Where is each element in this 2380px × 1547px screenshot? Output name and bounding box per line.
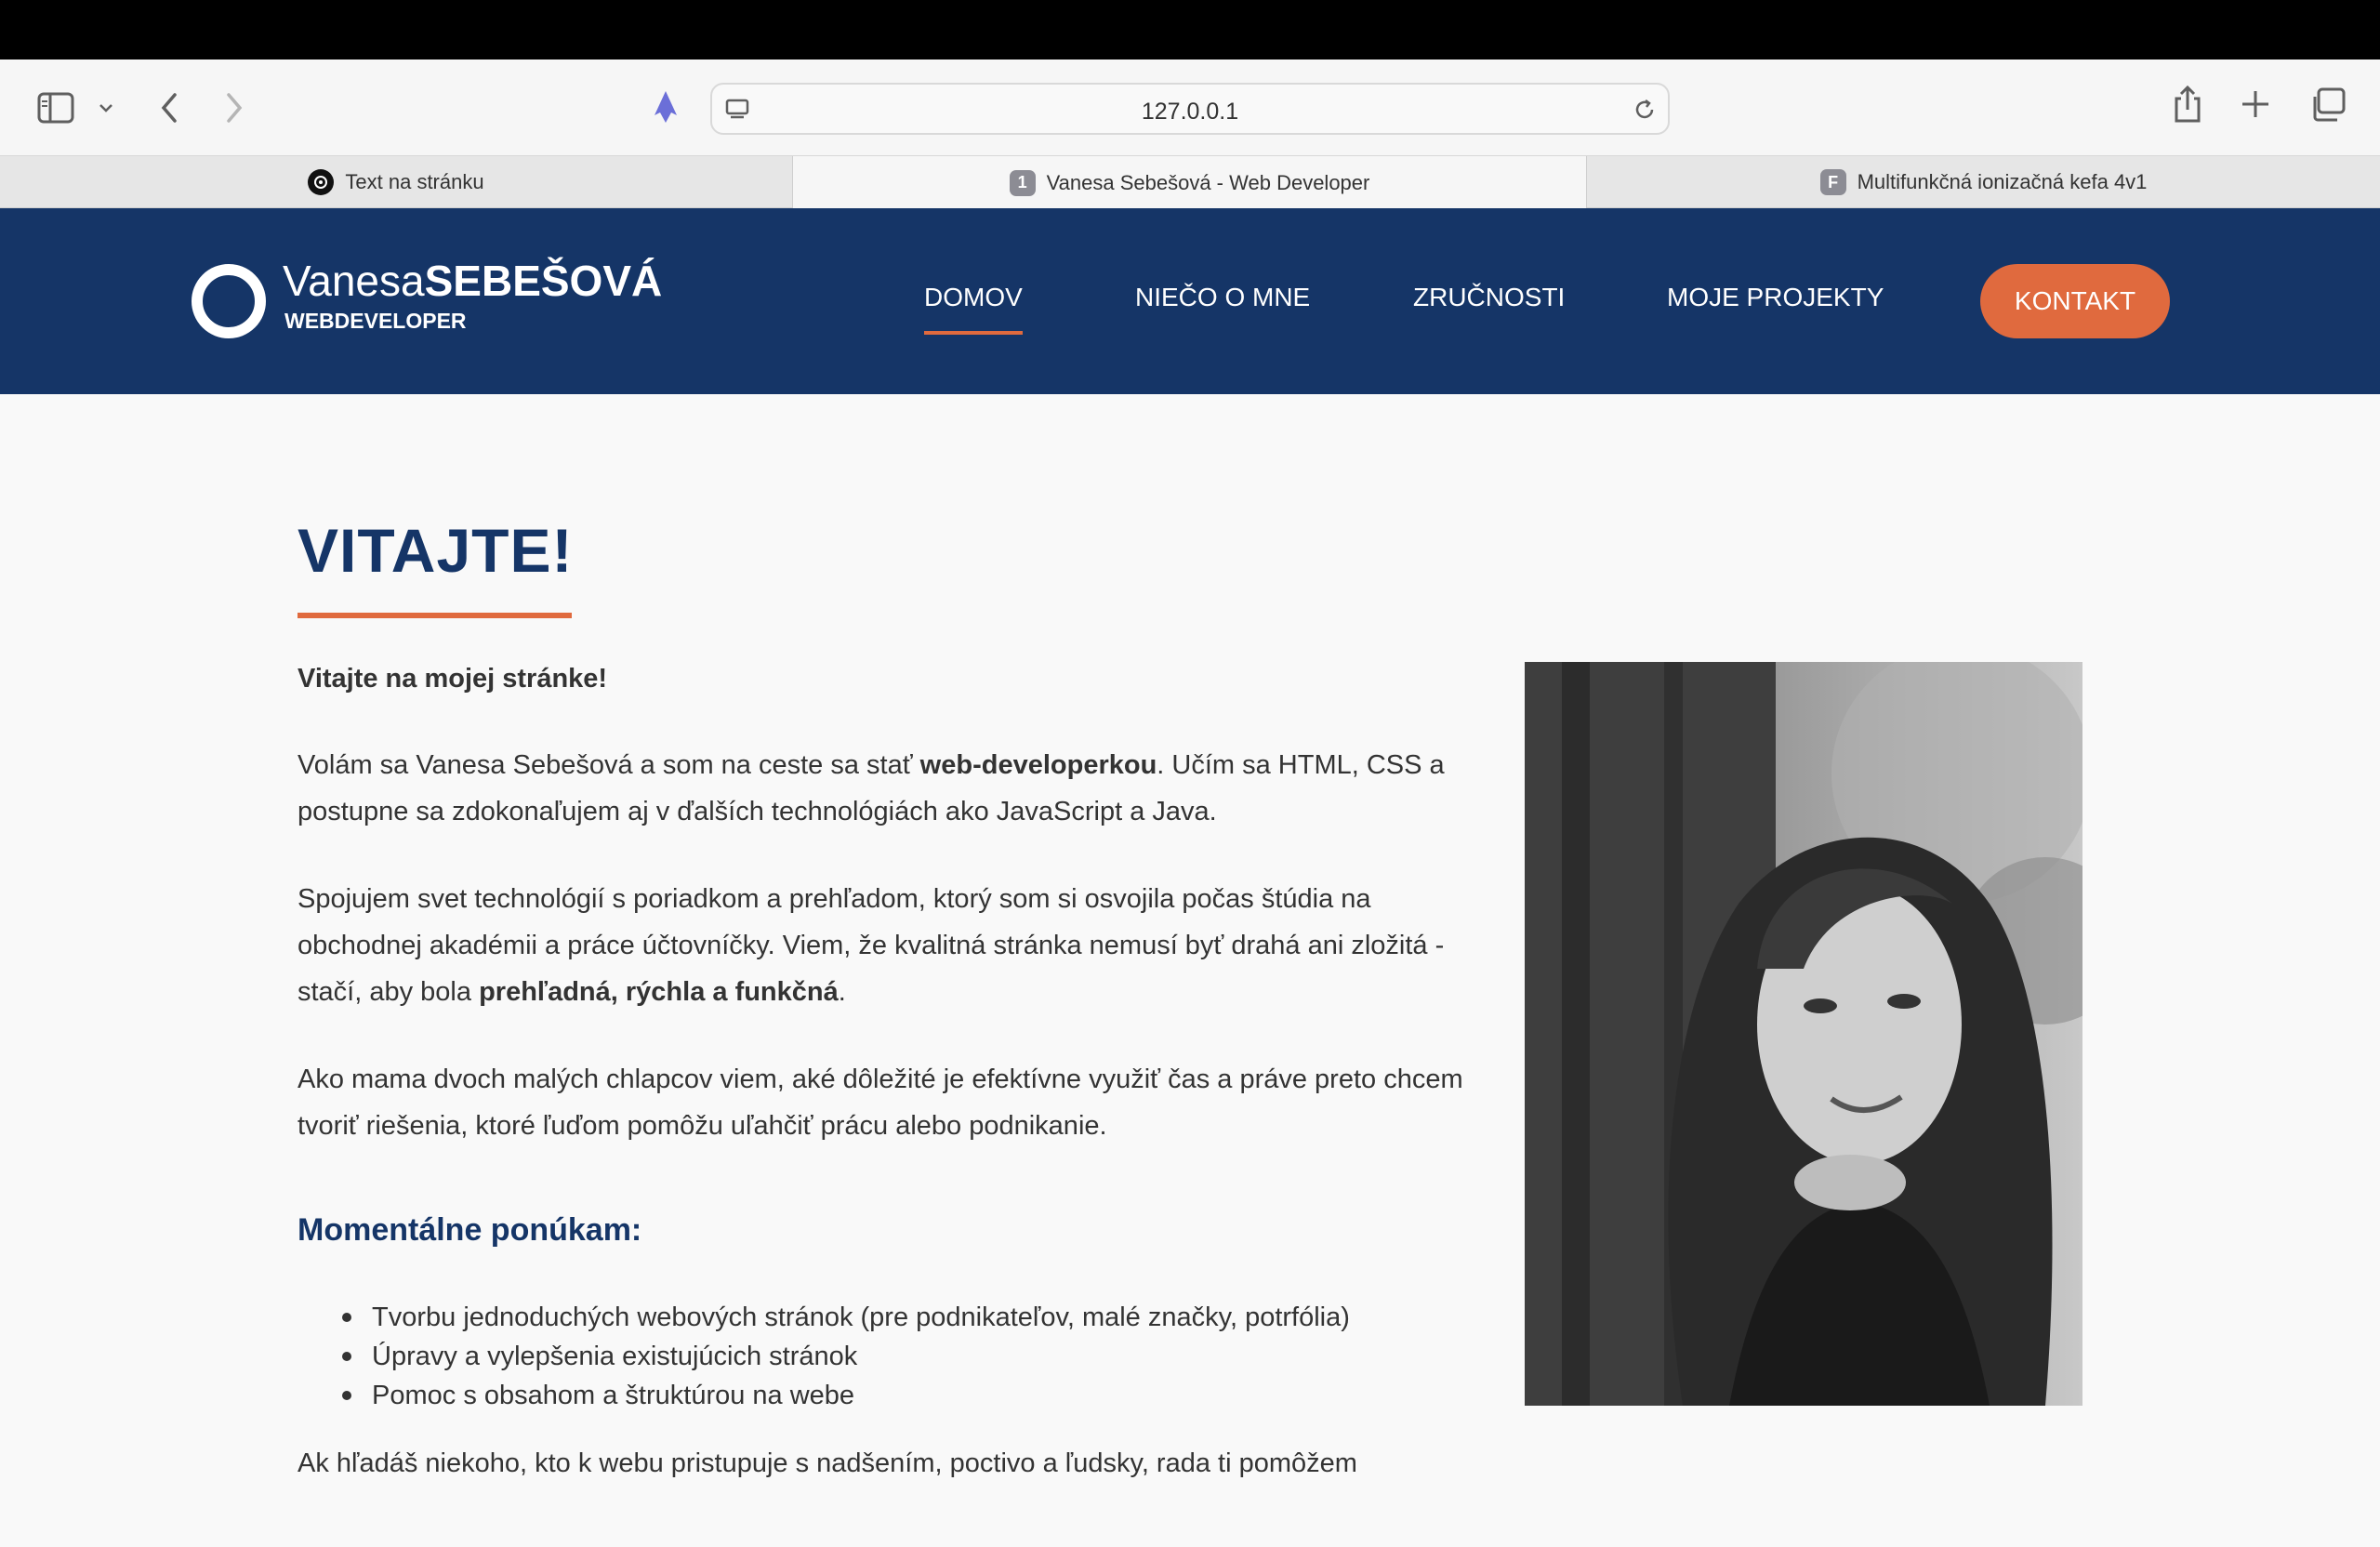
offer-list: Tvorbu jednoduchých webových stránok (pr…	[298, 1298, 1350, 1415]
tab-label: Multifunkčná ionizačná kefa 4v1	[1857, 170, 2148, 193]
logo-name[interactable]: VanesaSEBEŠOVÁ	[283, 257, 662, 305]
new-tab-icon[interactable]	[2241, 89, 2270, 119]
list-item: Pomoc s obsahom a štruktúrou na webe	[298, 1376, 1350, 1415]
extension-icon[interactable]	[647, 87, 684, 128]
closing-text: Ak hľadáš niekoho, kto k webu pristupuje…	[298, 1448, 1357, 1478]
main-content: VITAJTE! Vitajte na mojej stránke! Volám…	[0, 394, 2380, 1547]
p1-bold: web-developerkou	[919, 750, 1157, 780]
tab-overview-icon[interactable]	[2309, 87, 2347, 123]
browser-toolbar: 127.0.0.1	[0, 60, 2380, 156]
share-icon[interactable]	[2172, 84, 2203, 125]
forward-arrow-icon[interactable]	[223, 89, 245, 126]
portrait-photo	[1525, 662, 2082, 1406]
sidebar-toggle-icon[interactable]	[37, 91, 74, 125]
address-bar[interactable]: 127.0.0.1	[710, 83, 1670, 135]
tab-label: Text na stránku	[345, 170, 484, 193]
nav-nieco-o-mne[interactable]: NIEČO O MNE	[1135, 283, 1310, 312]
page-title: VITAJTE!	[298, 516, 574, 585]
p1-text-a: Volám sa Vanesa Sebešová a som na ceste …	[298, 750, 920, 780]
system-top-bar	[0, 0, 2380, 60]
reload-icon[interactable]	[1633, 98, 1657, 122]
tab-vanesa-sebesova[interactable]: 1 Vanesa Sebešová - Web Developer	[793, 156, 1587, 209]
tab-multifunkcna-kefa[interactable]: F Multifunkčná ionizačná kefa 4v1	[1587, 156, 2380, 208]
nav-domov[interactable]: DOMOV	[924, 283, 1023, 335]
paragraph-2: Spojujem svet technológií s poriadkom a …	[298, 876, 1497, 1015]
tab-label: Vanesa Sebešová - Web Developer	[1046, 170, 1370, 194]
logo-first-name: Vanesa	[283, 257, 425, 305]
nav-moje-projekty[interactable]: MOJE PROJEKTY	[1667, 283, 1884, 312]
logo-last-name: SEBEŠOVÁ	[424, 257, 663, 305]
nav-zrucnosti[interactable]: ZRUČNOSTI	[1413, 283, 1565, 312]
list-item: Tvorbu jednoduchých webových stránok (pr…	[298, 1298, 1350, 1337]
url-text: 127.0.0.1	[1141, 99, 1239, 125]
list-item: Úpravy a vylepšenia existujúcich stránok	[298, 1337, 1350, 1376]
p2-bold: prehľadná, rýchla a funkčná	[479, 977, 839, 1007]
title-underline	[298, 613, 572, 618]
chevron-down-icon[interactable]	[99, 102, 113, 113]
tab-favicon: F	[1819, 169, 1846, 195]
p2-text-c: .	[838, 977, 846, 1007]
offer-heading: Momentálne ponúkam:	[298, 1212, 642, 1248]
logo-ring-icon[interactable]	[192, 264, 266, 338]
back-arrow-icon[interactable]	[158, 89, 180, 126]
paragraph-1: Volám sa Vanesa Sebešová a som na ceste …	[298, 742, 1497, 835]
p2-text-a: Spojujem svet technológií s poriadkom a …	[298, 884, 1445, 1007]
tab-favicon: 1	[1009, 169, 1036, 196]
tab-bar: Text na stránku 1 Vanesa Sebešová - Web …	[0, 156, 2380, 209]
contact-button[interactable]: KONTAKT	[1980, 264, 2170, 338]
paragraph-3: Ako mama dvoch malých chlapcov viem, aké…	[298, 1064, 1463, 1141]
site-header: VanesaSEBEŠOVÁ WEBDEVELOPER DOMOV NIEČO …	[0, 208, 2380, 394]
logo-subtitle: WEBDEVELOPER	[284, 309, 467, 333]
openai-icon	[308, 169, 335, 195]
tab-text-na-stranku[interactable]: Text na stránku	[0, 156, 793, 208]
intro-text: Vitajte na mojej stránke!	[298, 664, 608, 694]
